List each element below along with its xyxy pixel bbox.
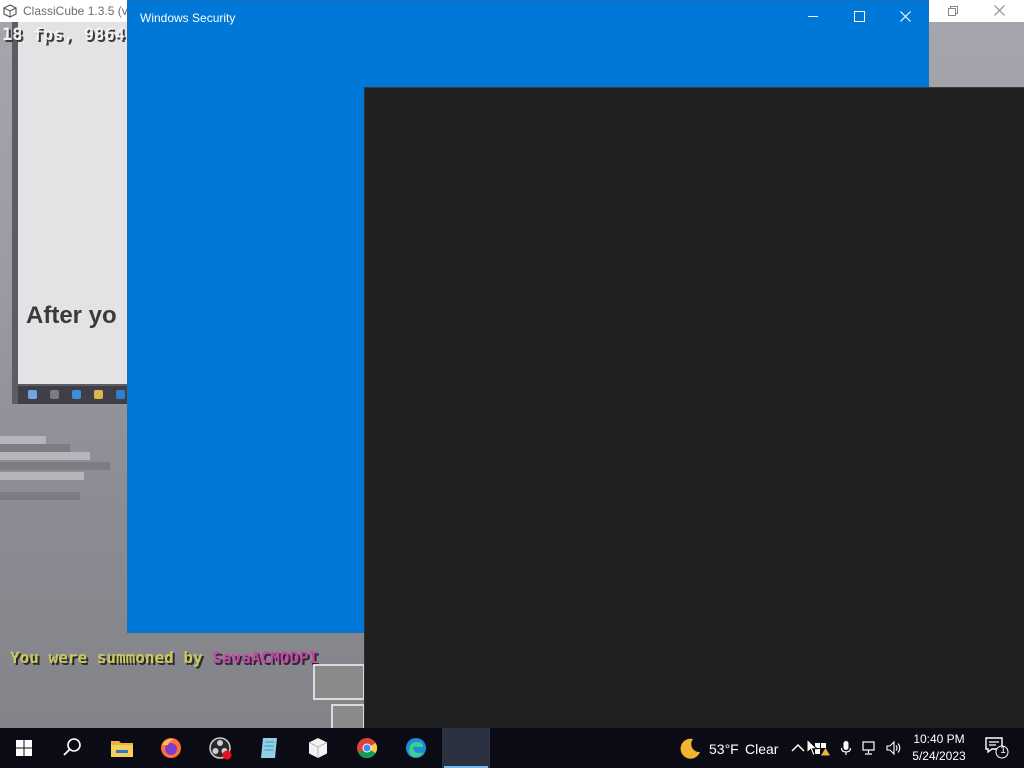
clock[interactable]: 10:40 PM 5/24/2023 xyxy=(906,731,972,765)
game-close-button[interactable] xyxy=(976,0,1022,22)
stair-block xyxy=(0,436,46,444)
taskbar-obs[interactable] xyxy=(196,728,244,768)
microphone-tray[interactable] xyxy=(834,728,858,768)
classicube-icon xyxy=(308,738,328,758)
taskbar-active-window[interactable] xyxy=(442,728,490,768)
action-center-button[interactable]: 1 xyxy=(980,728,1024,768)
chevron-up-icon xyxy=(791,743,805,752)
taskbar-file-explorer[interactable] xyxy=(98,728,146,768)
hotbar-slot xyxy=(331,704,365,728)
edge-icon xyxy=(406,738,426,758)
search-icon xyxy=(63,738,81,756)
start-button[interactable] xyxy=(0,728,48,768)
firefox-icon xyxy=(161,738,181,758)
clock-date: 5/24/2023 xyxy=(912,749,966,763)
game-restore-button[interactable] xyxy=(930,0,976,22)
close-icon xyxy=(900,11,911,22)
game-window-title: ClassiCube 1.3.5 (vm xyxy=(23,4,138,18)
weather-temperature: 53°F xyxy=(709,741,739,757)
fps-counter: 18 fps, 9864 xyxy=(2,25,125,45)
restore-icon xyxy=(948,6,958,16)
minimize-icon xyxy=(808,16,818,17)
stair-shadow xyxy=(0,444,70,452)
network-tray[interactable] xyxy=(858,728,882,768)
windows-start-icon xyxy=(16,740,32,756)
in-game-screenshot-text: After yo xyxy=(26,302,117,329)
minimize-button[interactable] xyxy=(791,1,837,33)
moon-icon xyxy=(680,738,700,759)
chat-message-text: You were summoned by xyxy=(10,648,213,667)
file-explorer-icon xyxy=(111,741,133,757)
taskbar: 53°F Clear 10:40 PM 5/24/2023 1 xyxy=(0,728,1024,768)
obs-recording-icon xyxy=(209,737,232,760)
stair-shadow xyxy=(0,462,110,470)
notification-count-badge: 1 xyxy=(1000,745,1006,756)
clock-time: 10:40 PM xyxy=(913,732,965,746)
stair-block xyxy=(0,472,84,480)
maximize-button[interactable] xyxy=(837,1,883,33)
stair-shadow xyxy=(0,492,80,500)
microphone-icon xyxy=(840,741,852,755)
chat-player-name: SavaACMODPI xyxy=(212,648,319,667)
volume-tray[interactable] xyxy=(882,728,906,768)
taskbar-edge[interactable] xyxy=(392,728,440,768)
dark-content-pane[interactable] xyxy=(364,87,1024,728)
taskbar-firefox[interactable] xyxy=(147,728,195,768)
weather-condition: Clear xyxy=(745,741,779,757)
stair-block xyxy=(0,452,90,460)
search-button[interactable] xyxy=(48,728,96,768)
volume-icon xyxy=(886,740,901,756)
close-button[interactable] xyxy=(883,1,929,33)
chat-message: You were summoned by SavaACMODPI xyxy=(10,648,318,667)
hotbar-slot xyxy=(313,664,365,700)
mouse-cursor-icon xyxy=(806,738,818,757)
notepad-icon xyxy=(261,738,277,758)
window-title: Windows Security xyxy=(140,11,236,25)
maximize-icon xyxy=(854,11,865,22)
close-icon xyxy=(993,5,1005,16)
network-icon xyxy=(862,741,875,755)
taskbar-chrome[interactable] xyxy=(343,728,391,768)
taskbar-notepad[interactable] xyxy=(245,728,293,768)
classicube-app-icon xyxy=(3,4,17,18)
taskbar-classicube[interactable] xyxy=(294,728,342,768)
chrome-icon xyxy=(357,738,378,759)
